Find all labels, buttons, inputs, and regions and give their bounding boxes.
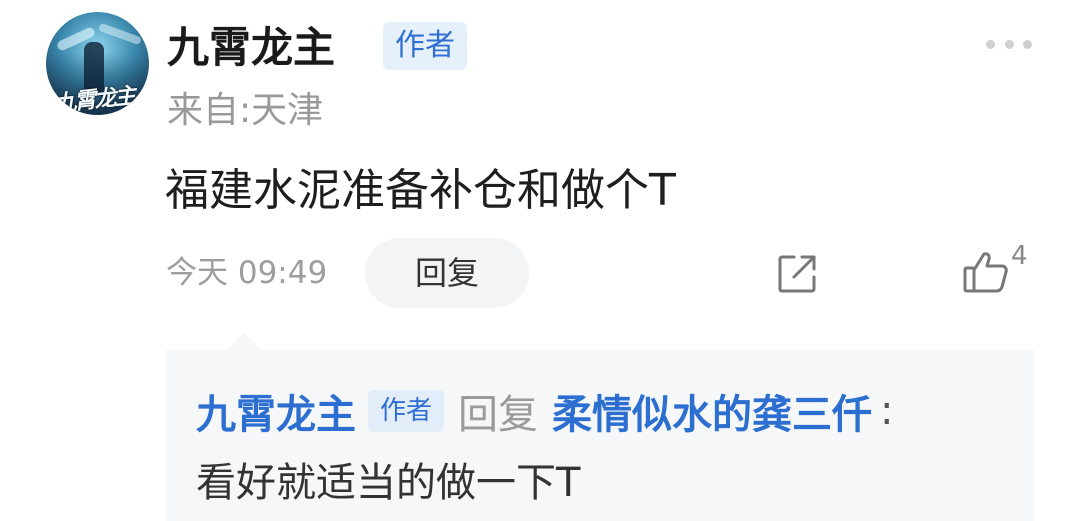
more-dots-icon[interactable] xyxy=(986,38,1032,50)
dot xyxy=(986,39,995,49)
dot xyxy=(1004,39,1014,49)
like-count: 4 xyxy=(1011,241,1028,271)
post-content: 福建水泥准备补仓和做个T xyxy=(165,165,676,216)
author-badge: 作者 xyxy=(383,22,467,70)
reply-pointer xyxy=(226,332,262,350)
reply-colon: : xyxy=(880,388,894,434)
reply-header: 九霄龙主 作者 回复 柔情似水的龚三仟 : xyxy=(196,383,893,439)
post-timestamp: 今天 09:49 xyxy=(166,255,328,291)
thumbs-up-icon[interactable] xyxy=(962,250,1010,294)
reply-target-user[interactable]: 柔情似水的龚三仟 xyxy=(552,382,872,440)
author-name[interactable]: 九霄龙主 xyxy=(167,22,335,74)
avatar[interactable]: 九霄龙主 xyxy=(46,12,149,115)
reply-author-badge: 作者 xyxy=(368,390,444,432)
location-label: 来自:天津 xyxy=(167,90,324,131)
reply-word: 回复 xyxy=(458,392,538,438)
avatar-decoration xyxy=(97,22,143,46)
reply-text: 看好就适当的做一下T xyxy=(196,460,581,506)
share-icon[interactable] xyxy=(776,253,818,295)
reply-author[interactable]: 九霄龙主 xyxy=(196,382,356,440)
reply-button[interactable]: 回复 xyxy=(365,238,529,308)
dot xyxy=(1023,39,1032,49)
